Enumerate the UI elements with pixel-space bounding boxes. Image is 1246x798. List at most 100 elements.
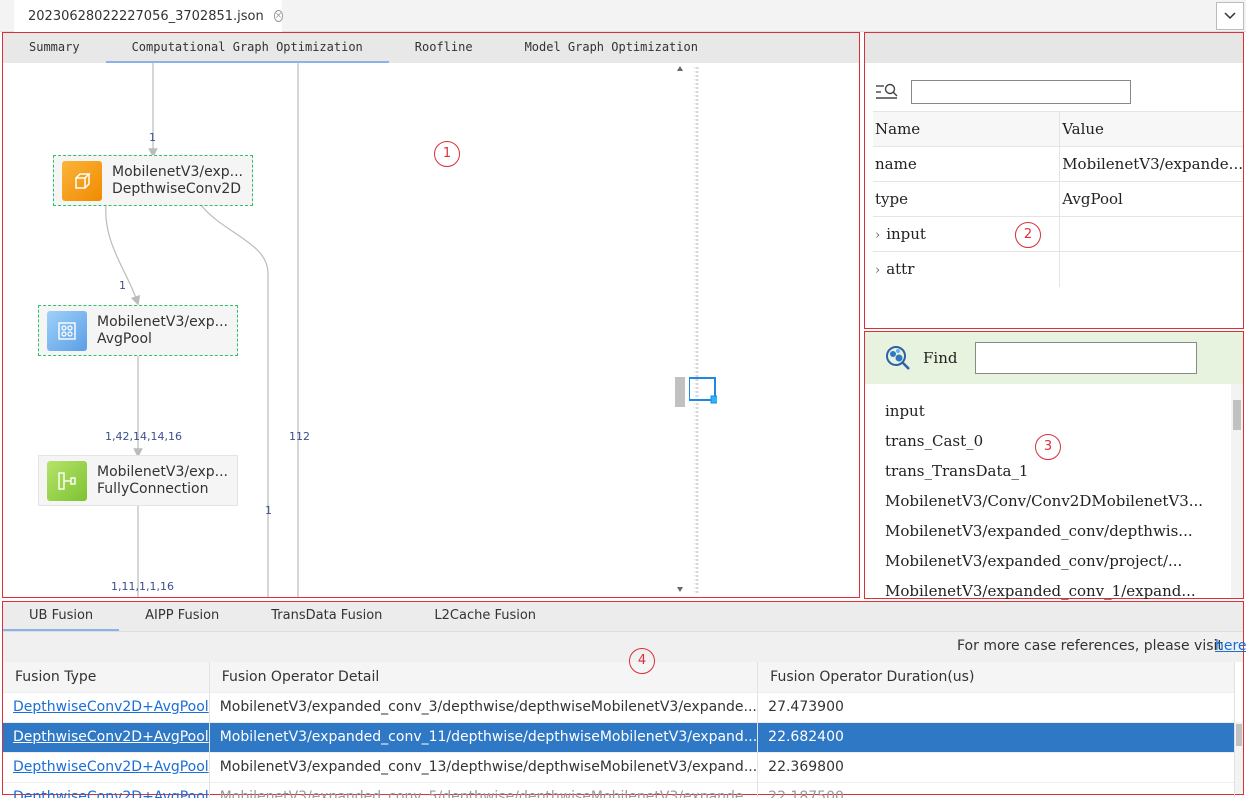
fusion-duration: 22.369800 bbox=[757, 751, 1235, 782]
fusion-type-link[interactable]: DepthwiseConv2D+AvgPool bbox=[13, 789, 208, 798]
find-scrollbar[interactable] bbox=[1231, 384, 1243, 598]
fusion-scrollbar[interactable] bbox=[1235, 722, 1243, 794]
properties-table: Name Value name MobilenetV3/expande... t… bbox=[873, 111, 1243, 287]
region-marker: 1 bbox=[434, 141, 460, 167]
region-marker: 4 bbox=[629, 648, 655, 674]
fusion-table: Fusion Type Fusion Operator Detail Fusio… bbox=[3, 662, 1235, 798]
list-item[interactable]: MobilenetV3/Conv/Conv2DMobilenetV3... bbox=[885, 486, 1203, 516]
fusion-detail: MobilenetV3/expanded_conv_5/depthwise/de… bbox=[209, 781, 759, 798]
tab-summary[interactable]: Summary bbox=[3, 33, 106, 63]
property-value bbox=[1059, 251, 1243, 287]
table-row-expandable[interactable]: › attr bbox=[873, 251, 1243, 287]
chevron-right-icon[interactable]: › bbox=[875, 263, 880, 278]
close-icon[interactable]: × bbox=[273, 10, 284, 22]
column-header-value[interactable]: Value bbox=[1059, 111, 1243, 147]
graph-canvas[interactable]: 1 1 1,42,14,14,16 112 1 1,11,1,1,16 Mobi… bbox=[3, 63, 859, 597]
list-item[interactable]: trans_TransData_1 bbox=[885, 456, 1203, 486]
scrollbar-thumb[interactable] bbox=[1233, 400, 1241, 430]
find-header: Find bbox=[865, 332, 1243, 384]
node-type: FullyConnection bbox=[97, 480, 209, 497]
fusion-duration: 22.682400 bbox=[757, 721, 1235, 752]
find-panel: Find input trans_Cast_0 trans_TransData_… bbox=[864, 331, 1244, 600]
fusion-type-link[interactable]: DepthwiseConv2D+AvgPool bbox=[13, 729, 208, 745]
table-row[interactable]: type AvgPool bbox=[873, 181, 1243, 217]
cube-icon bbox=[62, 160, 102, 201]
column-header-name[interactable]: Name bbox=[873, 111, 1061, 147]
properties-search-input[interactable] bbox=[911, 80, 1131, 104]
table-row-expandable[interactable]: › input bbox=[873, 216, 1243, 252]
case-reference-bar: For more case references, please visit h… bbox=[3, 632, 1246, 662]
grid-icon bbox=[47, 310, 87, 351]
property-name: attr bbox=[886, 260, 915, 279]
tab-computational-graph-optimization[interactable]: Computational Graph Optimization bbox=[105, 33, 389, 63]
property-value bbox=[1059, 216, 1243, 252]
file-tab-bar: 20230628022227056_3702851.json × bbox=[0, 0, 1246, 32]
tab-ub-fusion[interactable]: UB Fusion bbox=[3, 602, 120, 631]
edge-label: 1 bbox=[119, 279, 126, 292]
node-title: MobilenetV3/exp... bbox=[112, 163, 243, 180]
column-header-fusion-duration[interactable]: Fusion Operator Duration(us) bbox=[757, 662, 1235, 692]
node-type: DepthwiseConv2D bbox=[112, 180, 242, 197]
graph-minimap[interactable] bbox=[688, 67, 719, 593]
tab-transdata-fusion[interactable]: TransData Fusion bbox=[245, 602, 408, 631]
table-row-selected[interactable]: DepthwiseConv2D+AvgPool MobilenetV3/expa… bbox=[3, 721, 1235, 752]
list-item[interactable]: MobilenetV3/expanded_conv/depthwis... bbox=[885, 516, 1203, 546]
chevron-right-icon[interactable]: › bbox=[875, 228, 880, 243]
graph-panel: Summary Computational Graph Optimization… bbox=[2, 32, 860, 598]
find-icon bbox=[886, 346, 910, 370]
fusion-detail: MobilenetV3/expanded_conv_13/depthwise/d… bbox=[209, 751, 759, 782]
node-title: MobilenetV3/exp... bbox=[97, 313, 228, 330]
column-header-fusion-type[interactable]: Fusion Type bbox=[3, 662, 210, 692]
fc-icon bbox=[47, 460, 87, 501]
properties-search bbox=[875, 77, 1131, 107]
edge-label: 1,42,14,14,16 bbox=[105, 430, 182, 443]
node-title: MobilenetV3/exp... bbox=[97, 463, 228, 480]
property-value: AvgPool bbox=[1059, 181, 1243, 217]
edge-label: 112 bbox=[289, 430, 310, 443]
fusion-duration: 27.473900 bbox=[757, 691, 1235, 722]
edge-label: 1 bbox=[265, 504, 272, 517]
find-input[interactable] bbox=[975, 342, 1198, 374]
case-reference-link[interactable]: here bbox=[1215, 638, 1246, 654]
find-results-list: input trans_Cast_0 trans_TransData_1 Mob… bbox=[885, 396, 1203, 606]
property-name: type bbox=[873, 181, 1061, 217]
table-row[interactable]: DepthwiseConv2D+AvgPool MobilenetV3/expa… bbox=[3, 751, 1235, 782]
tab-roofline[interactable]: Roofline bbox=[389, 33, 499, 63]
fusion-type-link[interactable]: DepthwiseConv2D+AvgPool bbox=[13, 699, 208, 715]
graph-node-depthwiseconv2d[interactable]: MobilenetV3/exp... DepthwiseConv2D bbox=[53, 155, 253, 206]
property-name: input bbox=[886, 225, 926, 243]
graph-tab-bar: Summary Computational Graph Optimization… bbox=[3, 33, 859, 63]
file-tab-name: 20230628022227056_3702851.json bbox=[28, 8, 264, 24]
case-reference-text: For more case references, please visit bbox=[957, 638, 1223, 654]
table-row[interactable]: DepthwiseConv2D+AvgPool MobilenetV3/expa… bbox=[3, 781, 1235, 798]
tab-l2cache-fusion[interactable]: L2Cache Fusion bbox=[408, 602, 562, 631]
tab-aipp-fusion[interactable]: AIPP Fusion bbox=[119, 602, 245, 631]
list-item[interactable]: input bbox=[885, 396, 1203, 426]
fusion-detail: MobilenetV3/expanded_conv_11/depthwise/d… bbox=[209, 721, 759, 752]
dropdown-button[interactable] bbox=[1216, 2, 1244, 30]
table-row[interactable]: name MobilenetV3/expande... bbox=[873, 146, 1243, 182]
list-item[interactable]: MobilenetV3/expanded_conv/project/... bbox=[885, 546, 1203, 576]
table-row[interactable]: DepthwiseConv2D+AvgPool MobilenetV3/expa… bbox=[3, 691, 1235, 722]
properties-panel: Name Value name MobilenetV3/expande... t… bbox=[864, 32, 1244, 329]
filter-search-icon bbox=[876, 83, 898, 99]
properties-header bbox=[865, 33, 1243, 63]
tab-model-graph-optimization[interactable]: Model Graph Optimization bbox=[499, 33, 724, 63]
scrollbar-thumb[interactable] bbox=[1236, 724, 1242, 746]
fusion-type-link[interactable]: DepthwiseConv2D+AvgPool bbox=[13, 759, 208, 775]
fusion-detail: MobilenetV3/expanded_conv_3/depthwise/de… bbox=[209, 691, 759, 722]
fusion-panel: UB Fusion AIPP Fusion TransData Fusion L… bbox=[2, 601, 1246, 798]
region-marker: 3 bbox=[1035, 434, 1061, 460]
edge-label: 1 bbox=[149, 131, 156, 144]
fusion-tab-bar: UB Fusion AIPP Fusion TransData Fusion L… bbox=[3, 602, 1243, 632]
column-header-fusion-detail[interactable]: Fusion Operator Detail bbox=[209, 662, 759, 692]
property-name: name bbox=[873, 146, 1061, 182]
graph-scrollbar[interactable] bbox=[675, 63, 685, 597]
find-label: Find bbox=[923, 349, 958, 367]
node-type: AvgPool bbox=[97, 330, 152, 347]
fusion-duration: 22.187500 bbox=[757, 781, 1235, 798]
graph-node-fullyconnection[interactable]: MobilenetV3/exp... FullyConnection bbox=[38, 455, 238, 506]
property-value: MobilenetV3/expande... bbox=[1059, 146, 1243, 182]
graph-node-avgpool[interactable]: MobilenetV3/exp... AvgPool bbox=[38, 305, 238, 356]
file-tab[interactable]: 20230628022227056_3702851.json × bbox=[14, 0, 284, 32]
